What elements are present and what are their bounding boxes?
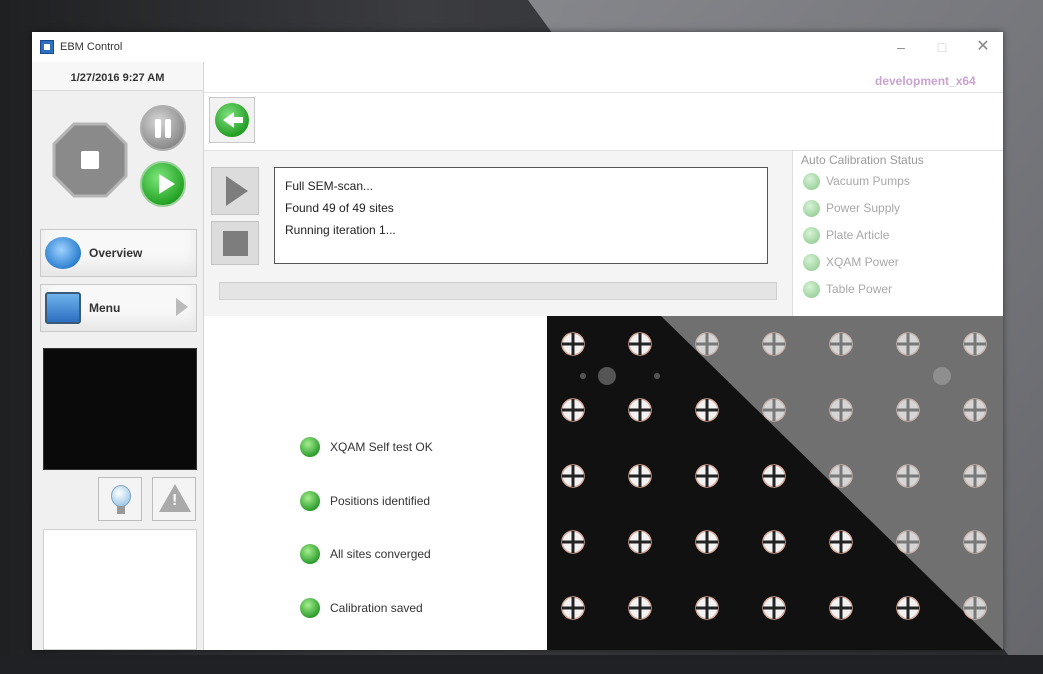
checks-panel xyxy=(204,316,547,650)
target-marker xyxy=(561,398,585,422)
back-arrow-icon xyxy=(215,103,249,137)
sidebar: 1/27/2016 9:27 AM Overview Menu xyxy=(32,62,204,650)
check-label: All sites converged xyxy=(330,547,431,561)
nav-overview-button[interactable]: Overview xyxy=(40,229,197,277)
warning-icon xyxy=(159,484,191,512)
target-marker xyxy=(695,398,719,422)
pause-button[interactable] xyxy=(140,105,186,151)
target-marker xyxy=(628,398,652,422)
minimize-button[interactable]: – xyxy=(886,37,916,57)
run-scan-button[interactable] xyxy=(211,167,259,215)
scan-progress-bar xyxy=(219,282,777,300)
notes-panel xyxy=(43,529,197,650)
nav-overview-label: Overview xyxy=(89,246,143,260)
debris-speck xyxy=(580,373,586,379)
target-marker xyxy=(829,596,853,620)
target-marker xyxy=(695,464,719,488)
environment-label: development_x64 xyxy=(875,74,976,88)
lightbulb-icon xyxy=(111,485,131,514)
target-marker xyxy=(628,596,652,620)
play-button[interactable] xyxy=(140,161,186,207)
status-led-icon xyxy=(803,200,820,217)
check-label: Calibration saved xyxy=(330,601,423,615)
status-label: Table Power xyxy=(826,282,893,296)
status-label: Power Supply xyxy=(826,201,901,215)
status-led-icon xyxy=(803,281,820,298)
target-marker xyxy=(628,332,652,356)
warnings-button[interactable] xyxy=(152,477,196,521)
status-label: Vacuum Pumps xyxy=(826,174,910,188)
stop-button[interactable] xyxy=(52,122,128,198)
datetime-display: 1/27/2016 9:27 AM xyxy=(32,62,203,91)
log-line: Found 49 of 49 sites xyxy=(285,201,394,215)
tablet-menu-icon xyxy=(45,292,81,324)
debris-speck xyxy=(598,367,616,385)
status-led-icon xyxy=(803,254,820,271)
check-ok-icon xyxy=(300,491,320,511)
close-button[interactable]: ✕ xyxy=(968,37,998,57)
target-marker xyxy=(561,530,585,554)
globe-search-icon xyxy=(45,237,81,269)
status-led-icon xyxy=(803,227,820,244)
back-button[interactable] xyxy=(209,97,255,143)
target-marker xyxy=(628,530,652,554)
app-window: EBM Control – □ ✕ development_x64 1/27/2… xyxy=(32,32,1003,650)
target-marker xyxy=(762,596,786,620)
target-marker xyxy=(762,530,786,554)
target-marker xyxy=(695,530,719,554)
check-ok-icon xyxy=(300,544,320,564)
target-marker xyxy=(829,530,853,554)
log-line: Full SEM-scan... xyxy=(285,179,374,193)
scan-log: Full SEM-scan... Found 49 of 49 sites Ru… xyxy=(274,167,768,264)
status-led-icon xyxy=(803,173,820,190)
target-marker xyxy=(561,332,585,356)
check-label: XQAM Self test OK xyxy=(330,440,433,454)
target-marker xyxy=(695,596,719,620)
window-title: EBM Control xyxy=(60,41,123,53)
chevron-right-icon xyxy=(176,298,188,316)
stop-scan-button[interactable] xyxy=(211,221,259,265)
sem-target-image xyxy=(547,316,1003,650)
status-label: XQAM Power xyxy=(826,255,899,269)
background-bottom xyxy=(0,655,1043,674)
maximize-button[interactable]: □ xyxy=(927,37,957,57)
app-icon xyxy=(40,40,54,54)
target-marker xyxy=(561,596,585,620)
check-ok-icon xyxy=(300,437,320,457)
status-label: Plate Article xyxy=(826,228,890,242)
title-bar[interactable]: EBM Control – □ ✕ xyxy=(32,32,1003,62)
camera-preview xyxy=(43,348,197,470)
target-marker xyxy=(896,596,920,620)
check-ok-icon xyxy=(300,598,320,618)
target-marker xyxy=(628,464,652,488)
debris-speck xyxy=(654,373,660,379)
nav-menu-button[interactable]: Menu xyxy=(40,284,197,332)
light-button[interactable] xyxy=(98,477,142,521)
calibration-status-title: Auto Calibration Status xyxy=(801,153,924,167)
target-marker xyxy=(762,464,786,488)
nav-menu-label: Menu xyxy=(89,301,121,315)
log-line: Running iteration 1... xyxy=(285,223,396,237)
target-marker xyxy=(561,464,585,488)
check-label: Positions identified xyxy=(330,494,431,508)
